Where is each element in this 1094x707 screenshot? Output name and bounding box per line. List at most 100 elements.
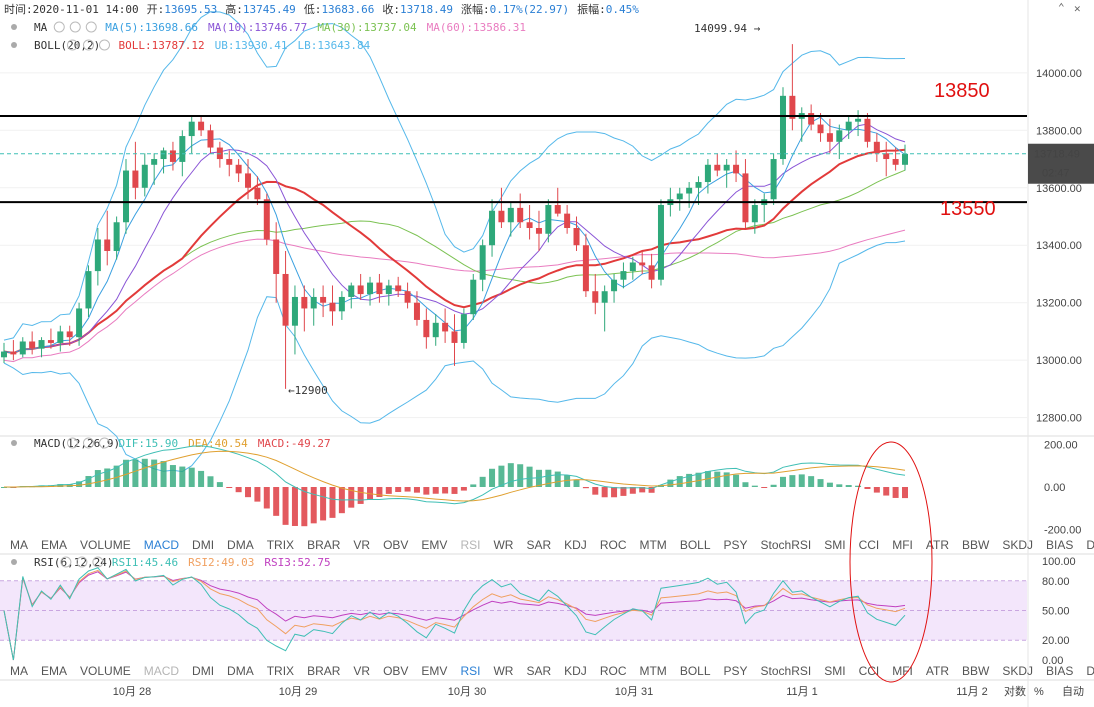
ma_legend-title[interactable]: MA bbox=[34, 21, 48, 34]
ma_legend-ma5: MA(5):13698.66 bbox=[105, 21, 198, 34]
tab-row1-emv[interactable]: EMV bbox=[421, 538, 447, 552]
tab-row1-obv[interactable]: OBV bbox=[383, 538, 408, 552]
tab-row2-brar[interactable]: BRAR bbox=[307, 664, 341, 678]
close-icon[interactable] bbox=[99, 39, 110, 51]
tab-row2-boll[interactable]: BOLL bbox=[680, 664, 711, 678]
tab-row1-stochrsi[interactable]: StochRSI bbox=[761, 538, 812, 552]
price-chart-canvas[interactable]: 14000.00 13800.00 13600.00 13400.00 13200.00… bbox=[0, 0, 1094, 707]
tab-row2-skdj[interactable]: SKDJ bbox=[1002, 664, 1033, 678]
candle-body bbox=[188, 121, 195, 137]
tab-row2-atr[interactable]: ATR bbox=[926, 664, 949, 678]
close-icon[interactable] bbox=[85, 21, 97, 33]
header-change-label: 涨幅: bbox=[461, 3, 490, 16]
tab-row2-bias[interactable]: BIAS bbox=[1046, 664, 1073, 678]
tab-row1-volume[interactable]: VOLUME bbox=[80, 538, 131, 552]
macd-histogram-bar bbox=[826, 482, 833, 487]
macd-histogram-bar bbox=[761, 487, 768, 488]
tab-row1-roc[interactable]: ROC bbox=[600, 538, 627, 552]
tab-row1-atr[interactable]: ATR bbox=[926, 538, 949, 552]
tab-row2-dpo[interactable]: DPO bbox=[1086, 664, 1094, 678]
macd-histogram-bar bbox=[507, 463, 514, 487]
tab-row2-stochrsi[interactable]: StochRSI bbox=[761, 664, 812, 678]
macd-histogram-bar bbox=[582, 487, 589, 489]
tab-row1-kdj[interactable]: KDJ bbox=[564, 538, 587, 552]
tab-row2-bbw[interactable]: BBW bbox=[962, 664, 990, 678]
macd-histogram-bar bbox=[254, 487, 261, 502]
tab-row2-obv[interactable]: OBV bbox=[383, 664, 408, 678]
tab-row2-psy[interactable]: PSY bbox=[724, 664, 748, 678]
close-icon[interactable]: ✕ bbox=[1074, 2, 1081, 15]
rsi_legend-rsi2: RSI2:49.03 bbox=[188, 556, 254, 569]
header-open-label: 开: bbox=[147, 3, 165, 16]
date-label: 10月 31 bbox=[615, 686, 654, 698]
candle-body bbox=[357, 285, 364, 295]
collapse-icon[interactable]: ⌃ bbox=[1058, 1, 1065, 14]
tab-row1-mfi[interactable]: MFI bbox=[892, 538, 913, 552]
tab-row2-ema[interactable]: EMA bbox=[41, 664, 67, 678]
tab-row2-dmi[interactable]: DMI bbox=[192, 664, 214, 678]
auto-scale-toggle[interactable]: 自动 bbox=[1062, 685, 1084, 698]
macd-histogram-bar bbox=[836, 484, 843, 487]
log-scale-toggle[interactable]: 对数 bbox=[1004, 684, 1026, 698]
macd-histogram-bar bbox=[432, 487, 439, 494]
tab-row1-smi[interactable]: SMI bbox=[824, 538, 845, 552]
tab-row1-bias[interactable]: BIAS bbox=[1046, 538, 1073, 552]
tab-row1-brar[interactable]: BRAR bbox=[307, 538, 341, 552]
candle-body bbox=[113, 222, 120, 251]
tab-row1-cci[interactable]: CCI bbox=[859, 538, 880, 552]
candle-body bbox=[855, 118, 862, 122]
tab-row1-ema[interactable]: EMA bbox=[41, 538, 67, 552]
candle-body bbox=[723, 164, 730, 171]
tab-row2-dma[interactable]: DMA bbox=[227, 664, 254, 678]
level-label-upper: 13850 bbox=[934, 80, 990, 102]
percent-toggle[interactable]: % bbox=[1034, 686, 1044, 698]
tab-row1-dma[interactable]: DMA bbox=[227, 538, 254, 552]
tab-row2-wr[interactable]: WR bbox=[493, 664, 513, 678]
tab-row2-macd[interactable]: MACD bbox=[144, 664, 180, 678]
tab-row1-skdj[interactable]: SKDJ bbox=[1002, 538, 1033, 552]
tab-row2-ma[interactable]: MA bbox=[10, 664, 28, 678]
tab-row2-volume[interactable]: VOLUME bbox=[80, 664, 131, 678]
macd-histogram-bar bbox=[789, 475, 796, 487]
candle-body bbox=[770, 159, 777, 200]
candle-body bbox=[902, 153, 908, 165]
tab-row1-bbw[interactable]: BBW bbox=[962, 538, 990, 552]
tab-row1-trix[interactable]: TRIX bbox=[267, 538, 294, 552]
candle-body bbox=[479, 245, 486, 280]
tab-row2-roc[interactable]: ROC bbox=[600, 664, 627, 678]
macd-histogram-bar bbox=[751, 485, 758, 487]
candle-body bbox=[489, 210, 496, 246]
eye-icon[interactable] bbox=[53, 21, 65, 33]
tab-row1-mtm[interactable]: MTM bbox=[639, 538, 666, 552]
tab-row1-sar[interactable]: SAR bbox=[526, 538, 551, 552]
tab-row1-macd[interactable]: MACD bbox=[144, 538, 180, 552]
tab-row1-psy[interactable]: PSY bbox=[724, 538, 748, 552]
macd-histogram-bar bbox=[855, 485, 862, 487]
tab-row1-boll[interactable]: BOLL bbox=[680, 538, 711, 552]
macd-histogram-bar bbox=[151, 459, 158, 487]
macd-histogram-bar bbox=[873, 487, 880, 493]
tab-row2-cci[interactable]: CCI bbox=[859, 664, 880, 678]
tab-row2-smi[interactable]: SMI bbox=[824, 664, 845, 678]
tab-row1-dpo[interactable]: DPO bbox=[1086, 538, 1094, 552]
tab-row2-vr[interactable]: VR bbox=[353, 664, 370, 678]
tab-row2-trix[interactable]: TRIX bbox=[267, 664, 294, 678]
tab-row1-ma[interactable]: MA bbox=[10, 538, 28, 552]
rsi-axis-tick: 80.00 bbox=[1042, 576, 1070, 588]
tab-row2-kdj[interactable]: KDJ bbox=[564, 664, 587, 678]
candle-body bbox=[263, 199, 270, 240]
rsi-axis-tick: 100.00 bbox=[1042, 556, 1076, 568]
tab-row1-vr[interactable]: VR bbox=[353, 538, 370, 552]
tab-row2-mtm[interactable]: MTM bbox=[639, 664, 666, 678]
tab-row2-mfi[interactable]: MFI bbox=[892, 664, 913, 678]
tab-row2-rsi[interactable]: RSI bbox=[460, 664, 480, 678]
tab-row1-dmi[interactable]: DMI bbox=[192, 538, 214, 552]
macd-histogram-bar bbox=[723, 472, 730, 487]
candle-body bbox=[282, 273, 289, 326]
macd-histogram-bar bbox=[451, 487, 458, 494]
tab-row2-sar[interactable]: SAR bbox=[526, 664, 551, 678]
gear-icon[interactable] bbox=[69, 21, 81, 33]
tab-row1-wr[interactable]: WR bbox=[493, 538, 513, 552]
tab-row2-emv[interactable]: EMV bbox=[421, 664, 447, 678]
tab-row1-rsi[interactable]: RSI bbox=[460, 538, 480, 552]
